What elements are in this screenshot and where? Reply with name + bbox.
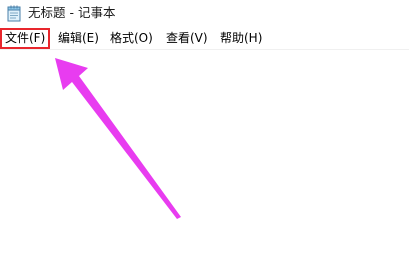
window-title: 无标题 - 记事本 (28, 5, 116, 20)
notepad-window: 无标题 - 记事本 文件(F) 编辑(E) 格式(O) 查看(V) 帮助(H) (0, 0, 409, 258)
menu-file[interactable]: 文件(F) (0, 28, 51, 49)
text-editor-area[interactable] (0, 50, 409, 258)
notepad-icon (6, 5, 22, 22)
menu-help[interactable]: 帮助(H) (217, 30, 265, 47)
menu-view[interactable]: 查看(V) (163, 30, 211, 47)
menu-edit[interactable]: 编辑(E) (55, 30, 102, 47)
menu-format[interactable]: 格式(O) (107, 30, 156, 47)
title-bar: 无标题 - 记事本 (0, 0, 409, 28)
menu-bar: 文件(F) 编辑(E) 格式(O) 查看(V) 帮助(H) (0, 28, 409, 50)
